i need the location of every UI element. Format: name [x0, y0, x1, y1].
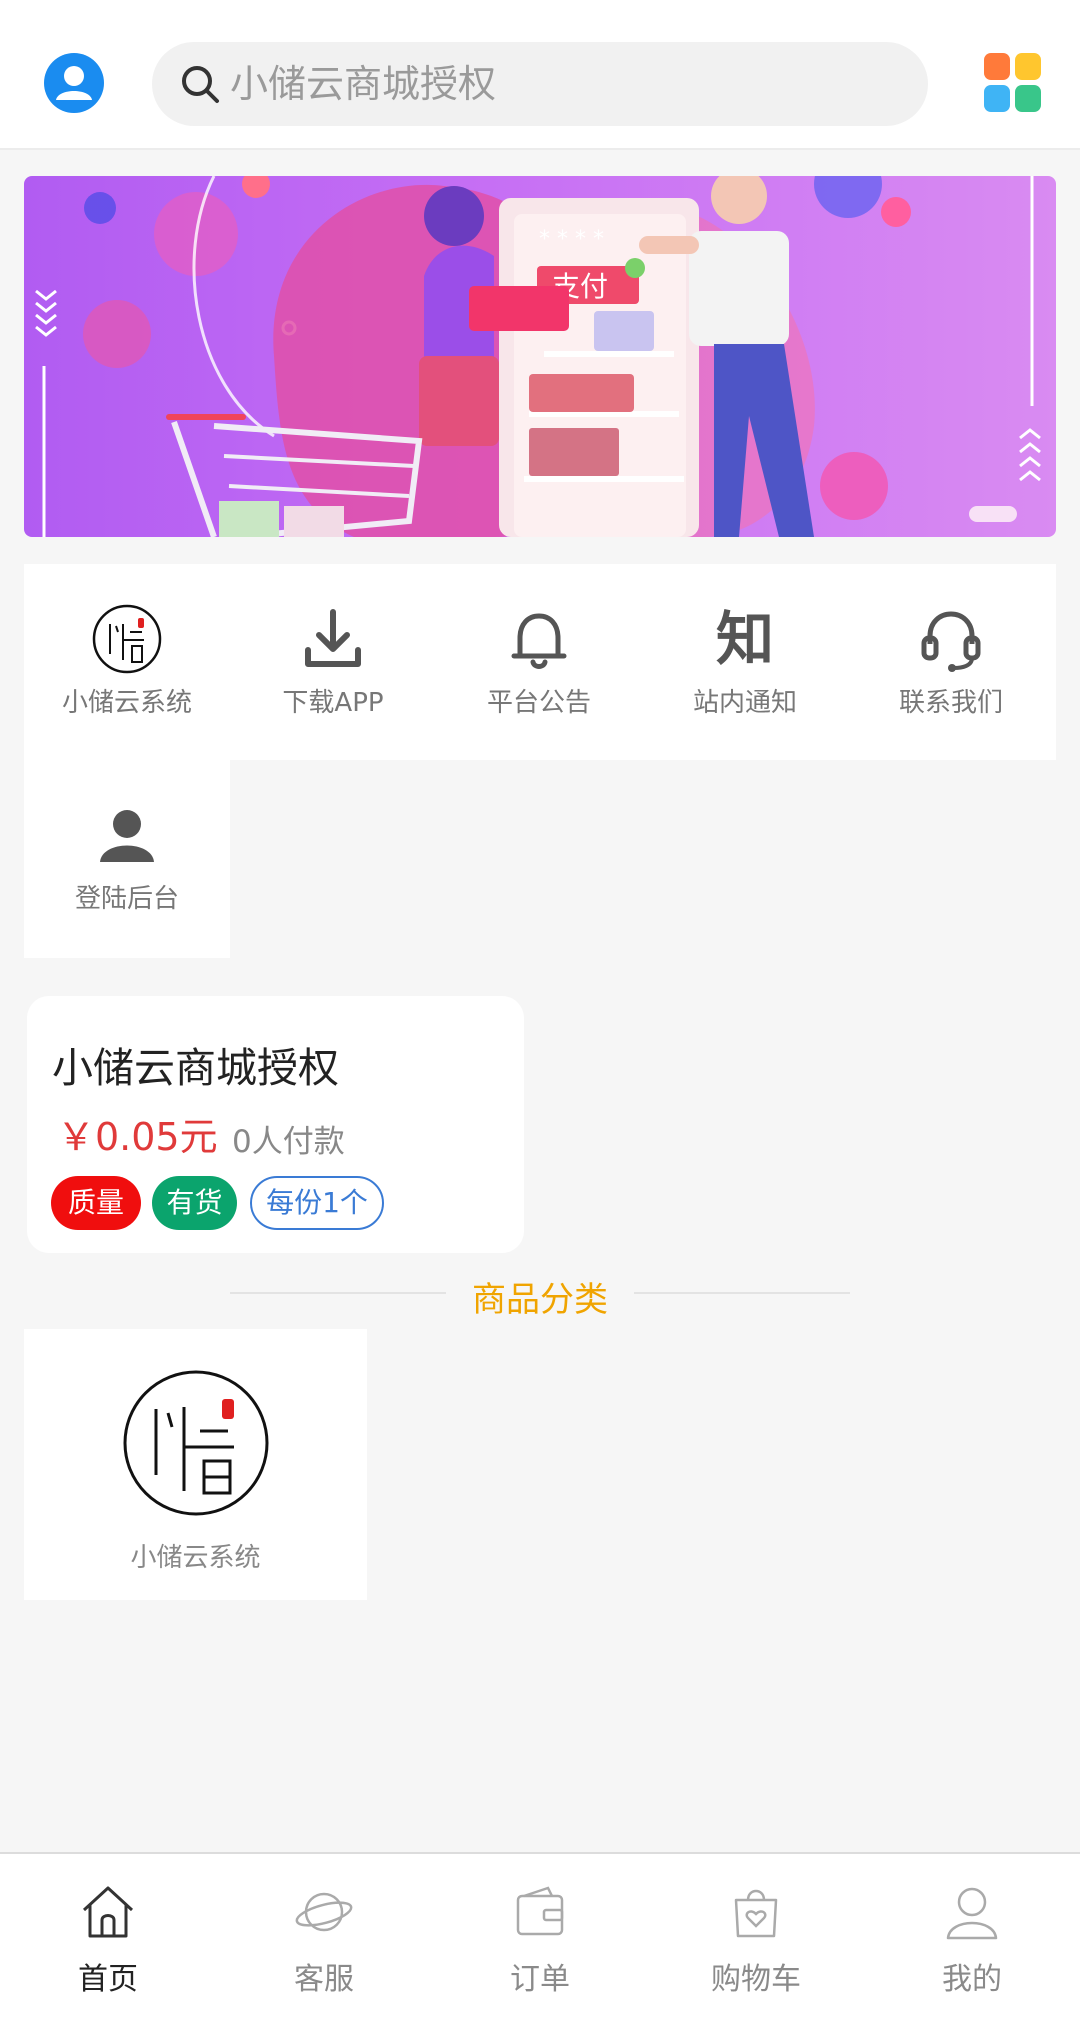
section-title: 商品分类	[472, 1280, 608, 1320]
search-placeholder: 小储云商城授权	[230, 62, 497, 106]
menu-item-announcement[interactable]: 平台公告	[436, 564, 642, 760]
shortcut-menu-row2: 登陆后台	[24, 760, 230, 958]
menu-label: 联系我们	[898, 688, 1003, 718]
product-card[interactable]: 小储云商城授权 ￥0.05元 0人付款 质量 有货 每份1个	[27, 996, 524, 1253]
product-sold-count: 0人付款	[232, 1124, 345, 1160]
tab-customer-service[interactable]: 客服	[216, 1854, 432, 2020]
user-avatar-icon	[56, 66, 92, 100]
shopping-bag-icon	[734, 1889, 778, 1938]
bottom-tab-bar: 首页 客服 订单 购物车 我的	[0, 1852, 1080, 2020]
category-section-header: 商品分类	[0, 1268, 1080, 1322]
shopping-illustration: 支付 * * * *	[35, 176, 1041, 537]
menu-item-admin-login[interactable]: 登陆后台	[24, 760, 230, 956]
tab-label: 首页	[78, 1962, 138, 1997]
tab-profile[interactable]: 我的	[864, 1854, 1080, 2020]
product-price: ￥0.05元	[57, 1115, 218, 1159]
bell-icon	[511, 613, 567, 669]
tab-orders[interactable]: 订单	[432, 1854, 648, 2020]
tab-cart[interactable]: 购物车	[648, 1854, 864, 2020]
quality-tag: 质量	[51, 1176, 141, 1230]
zhi-icon: 知	[715, 605, 774, 673]
download-icon	[305, 609, 361, 667]
profile-icon	[946, 1887, 998, 1940]
logo-icon	[92, 604, 162, 674]
search-icon	[182, 66, 219, 103]
tab-label: 客服	[294, 1962, 354, 1997]
divider	[634, 1292, 850, 1294]
menu-item-notifications[interactable]: 知 站内通知	[642, 564, 848, 760]
search-bar[interactable]: 小储云商城授权	[152, 42, 928, 126]
tab-label: 我的	[942, 1962, 1002, 1997]
stock-tag: 有货	[152, 1176, 237, 1230]
tab-label: 购物车	[711, 1962, 801, 1997]
promo-banner[interactable]: 支付 * * * *	[24, 176, 1056, 537]
tab-home[interactable]: 首页	[0, 1854, 216, 2020]
menu-item-contact[interactable]: 联系我们	[848, 564, 1054, 760]
menu-label: 小储云系统	[61, 688, 192, 718]
menu-label: 下载APP	[282, 688, 384, 718]
tab-label: 订单	[510, 1962, 570, 1997]
top-header: 小储云商城授权	[0, 0, 1080, 150]
menu-item-system[interactable]: 小储云系统	[24, 564, 230, 760]
svg-text:* * * *: * * * *	[539, 227, 604, 252]
menu-label: 平台公告	[486, 688, 591, 718]
category-tile[interactable]: 小储云系统	[24, 1329, 367, 1600]
menu-label: 登陆后台	[74, 884, 179, 914]
app-grid-icon	[984, 53, 1041, 112]
account-avatar-button[interactable]	[44, 53, 104, 113]
product-title: 小储云商城授权	[52, 1044, 339, 1092]
category-logo-icon	[123, 1370, 269, 1516]
home-icon	[82, 1886, 134, 1938]
shortcut-menu: 小储云系统 下载APP 平台公告 知 站内通知 联系我们	[24, 564, 1056, 760]
planet-icon	[295, 1892, 353, 1932]
user-icon	[100, 810, 154, 862]
category-label: 小储云系统	[130, 1543, 261, 1573]
headset-icon	[921, 611, 981, 672]
menu-item-download-app[interactable]: 下载APP	[230, 564, 436, 760]
menu-label: 站内通知	[692, 688, 797, 718]
unit-tag: 每份1个	[250, 1176, 384, 1230]
wallet-icon	[516, 1886, 564, 1936]
apps-button[interactable]	[984, 53, 1042, 113]
